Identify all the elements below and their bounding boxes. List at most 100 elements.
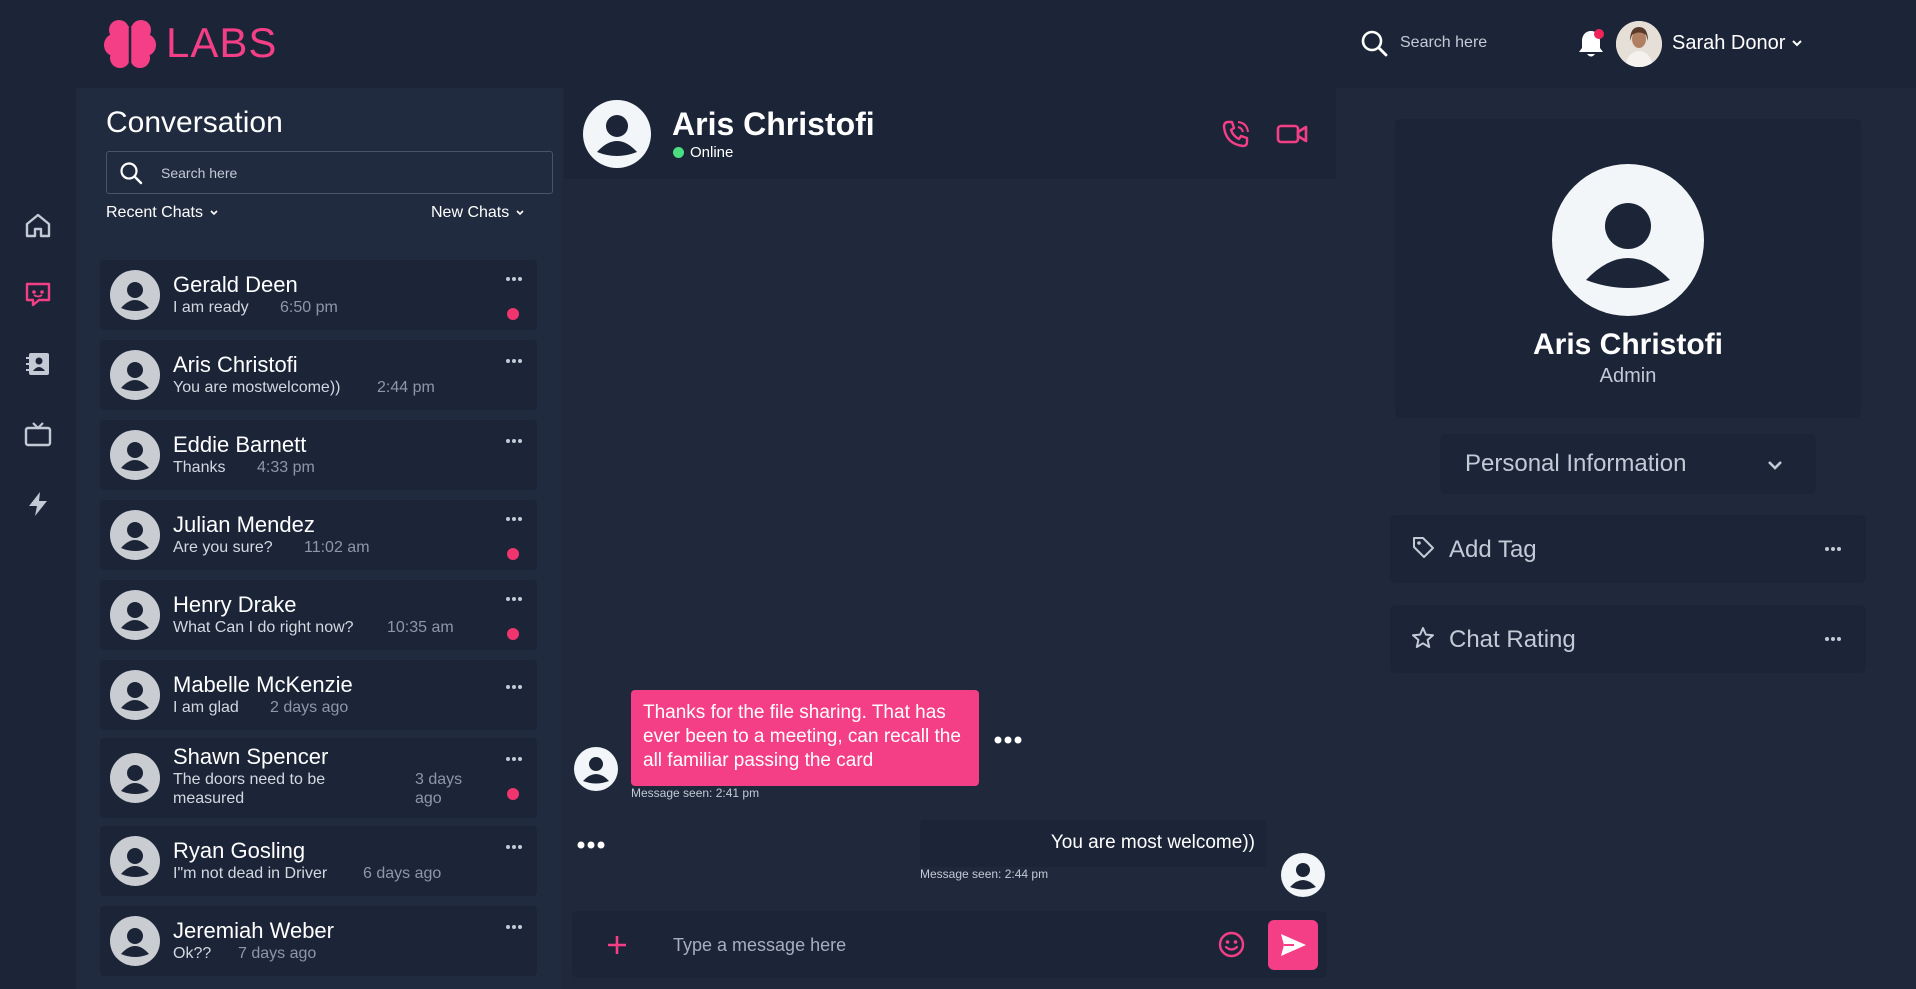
more-options-icon[interactable] bbox=[505, 844, 523, 850]
chat-time: 7 days ago bbox=[238, 945, 317, 962]
chat-icon[interactable] bbox=[24, 280, 52, 308]
chat-last-message: I am ready bbox=[173, 299, 249, 316]
tv-icon[interactable] bbox=[24, 420, 52, 448]
avatar bbox=[110, 836, 160, 886]
chat-list-item[interactable]: Aris Christofi You are mostwelcome)) 2:4… bbox=[100, 340, 537, 410]
chat-contact-name: Jeremiah Weber bbox=[173, 918, 334, 943]
more-options-icon[interactable] bbox=[505, 276, 523, 282]
more-options-icon[interactable] bbox=[1824, 636, 1842, 642]
message-options-icon[interactable] bbox=[994, 736, 1022, 744]
chat-list-item[interactable]: Ryan Gosling I"m not dead in Driver 6 da… bbox=[100, 826, 537, 896]
top-search-input[interactable] bbox=[1400, 28, 1540, 58]
avatar bbox=[1281, 853, 1325, 897]
logo-text: LABS bbox=[166, 19, 278, 66]
chat-time: 10:35 am bbox=[387, 619, 454, 636]
chat-time: 6 days ago bbox=[363, 865, 442, 882]
attach-plus-icon[interactable] bbox=[606, 934, 628, 956]
search-icon bbox=[120, 162, 143, 185]
chat-list-item[interactable]: Henry Drake What Can I do right now? 10:… bbox=[100, 580, 537, 650]
message-input[interactable] bbox=[673, 930, 1193, 960]
avatar bbox=[110, 270, 160, 320]
chat-time: 6:50 pm bbox=[280, 299, 338, 316]
outgoing-message: You are most welcome)) bbox=[920, 820, 1267, 867]
personal-information-label: Personal Information bbox=[1465, 450, 1687, 477]
conversation-search-input[interactable] bbox=[161, 160, 531, 186]
unread-indicator bbox=[507, 548, 519, 560]
chat-list-item[interactable]: Jeremiah Weber Ok?? 7 days ago bbox=[100, 906, 537, 976]
avatar bbox=[110, 350, 160, 400]
more-options-icon[interactable] bbox=[505, 924, 523, 930]
user-name[interactable]: Sarah Donor bbox=[1672, 32, 1785, 55]
avatar bbox=[110, 753, 160, 803]
chat-time: 4:33 pm bbox=[257, 459, 315, 476]
video-call-icon[interactable] bbox=[1276, 120, 1308, 148]
star-icon bbox=[1412, 627, 1434, 648]
chat-time: 11:02 am bbox=[304, 539, 370, 556]
unread-indicator bbox=[507, 628, 519, 640]
more-options-icon[interactable] bbox=[505, 684, 523, 690]
chat-contact-name: Eddie Barnett bbox=[173, 432, 307, 457]
chat-time: 2:44 pm bbox=[377, 379, 435, 396]
chevron-down-icon[interactable] bbox=[1790, 36, 1804, 50]
recent-chats-filter[interactable]: Recent Chats bbox=[106, 204, 219, 222]
chat-last-message: What Can I do right now? bbox=[173, 619, 354, 636]
avatar bbox=[110, 590, 160, 640]
avatar bbox=[110, 510, 160, 560]
conversation-search[interactable] bbox=[106, 151, 553, 194]
chat-time-line1: 3 days bbox=[415, 771, 463, 788]
search-icon[interactable] bbox=[1360, 29, 1388, 57]
chat-contact-name: Aris Christofi bbox=[173, 352, 298, 377]
message-seen-status: Message seen: 2:44 pm bbox=[920, 867, 1049, 881]
chat-contact-name: Mabelle McKenzie bbox=[173, 672, 353, 697]
online-indicator bbox=[673, 147, 684, 158]
tag-icon bbox=[1413, 537, 1434, 558]
chat-last-message: Thanks bbox=[173, 459, 226, 476]
avatar bbox=[110, 670, 160, 720]
contact-name: Aris Christofi bbox=[672, 106, 875, 142]
bolt-icon[interactable] bbox=[24, 490, 52, 518]
contact-status: Online bbox=[673, 144, 733, 161]
notification-badge bbox=[1594, 29, 1604, 39]
message-options-icon[interactable] bbox=[577, 841, 605, 849]
unread-indicator bbox=[507, 788, 519, 800]
chat-list-item[interactable]: Eddie Barnett Thanks 4:33 pm bbox=[100, 420, 537, 490]
profile-avatar bbox=[1552, 164, 1704, 316]
more-options-icon[interactable] bbox=[505, 516, 523, 522]
chat-list-item[interactable]: Mabelle McKenzie I am glad 2 days ago bbox=[100, 660, 537, 730]
home-icon[interactable] bbox=[24, 211, 52, 239]
chat-contact-name: Julian Mendez bbox=[173, 512, 315, 537]
profile-role: Admin bbox=[1599, 365, 1657, 387]
contacts-icon[interactable] bbox=[24, 350, 52, 378]
chat-last-message-line1: The doors need to be bbox=[173, 771, 326, 788]
send-icon bbox=[1281, 934, 1306, 956]
phone-call-icon[interactable] bbox=[1220, 118, 1252, 150]
chat-list-item[interactable]: Gerald Deen I am ready 6:50 pm bbox=[100, 260, 537, 330]
more-options-icon[interactable] bbox=[505, 756, 523, 762]
more-options-icon[interactable] bbox=[1824, 546, 1842, 552]
new-chats-label: New Chats bbox=[431, 204, 510, 221]
chat-time-line2: ago bbox=[415, 790, 442, 807]
chat-last-message: I"m not dead in Driver bbox=[173, 865, 328, 882]
status-text: Online bbox=[690, 144, 734, 161]
chat-list-item[interactable]: Julian Mendez Are you sure? 11:02 am bbox=[100, 500, 537, 570]
logo[interactable]: LABS bbox=[104, 16, 277, 70]
conversation-title: Conversation bbox=[106, 106, 283, 139]
chevron-down-icon bbox=[516, 210, 524, 216]
recent-chats-label: Recent Chats bbox=[106, 204, 203, 221]
chevron-down-icon[interactable] bbox=[1766, 456, 1784, 474]
contact-avatar[interactable] bbox=[583, 100, 651, 168]
avatar bbox=[110, 430, 160, 480]
user-avatar[interactable] bbox=[1616, 21, 1662, 67]
chat-contact-name: Gerald Deen bbox=[173, 272, 298, 297]
avatar bbox=[110, 916, 160, 966]
chat-last-message: I am glad bbox=[173, 699, 239, 716]
more-options-icon[interactable] bbox=[505, 358, 523, 364]
chat-last-message: You are mostwelcome)) bbox=[173, 379, 341, 396]
chat-list-item[interactable]: Shawn Spencer The doors need to be measu… bbox=[100, 738, 537, 818]
send-button[interactable] bbox=[1268, 920, 1318, 970]
emoji-icon[interactable] bbox=[1218, 931, 1245, 958]
brain-logo-icon bbox=[104, 20, 156, 68]
more-options-icon[interactable] bbox=[505, 596, 523, 602]
more-options-icon[interactable] bbox=[505, 438, 523, 444]
new-chats-filter[interactable]: New Chats bbox=[431, 204, 525, 222]
